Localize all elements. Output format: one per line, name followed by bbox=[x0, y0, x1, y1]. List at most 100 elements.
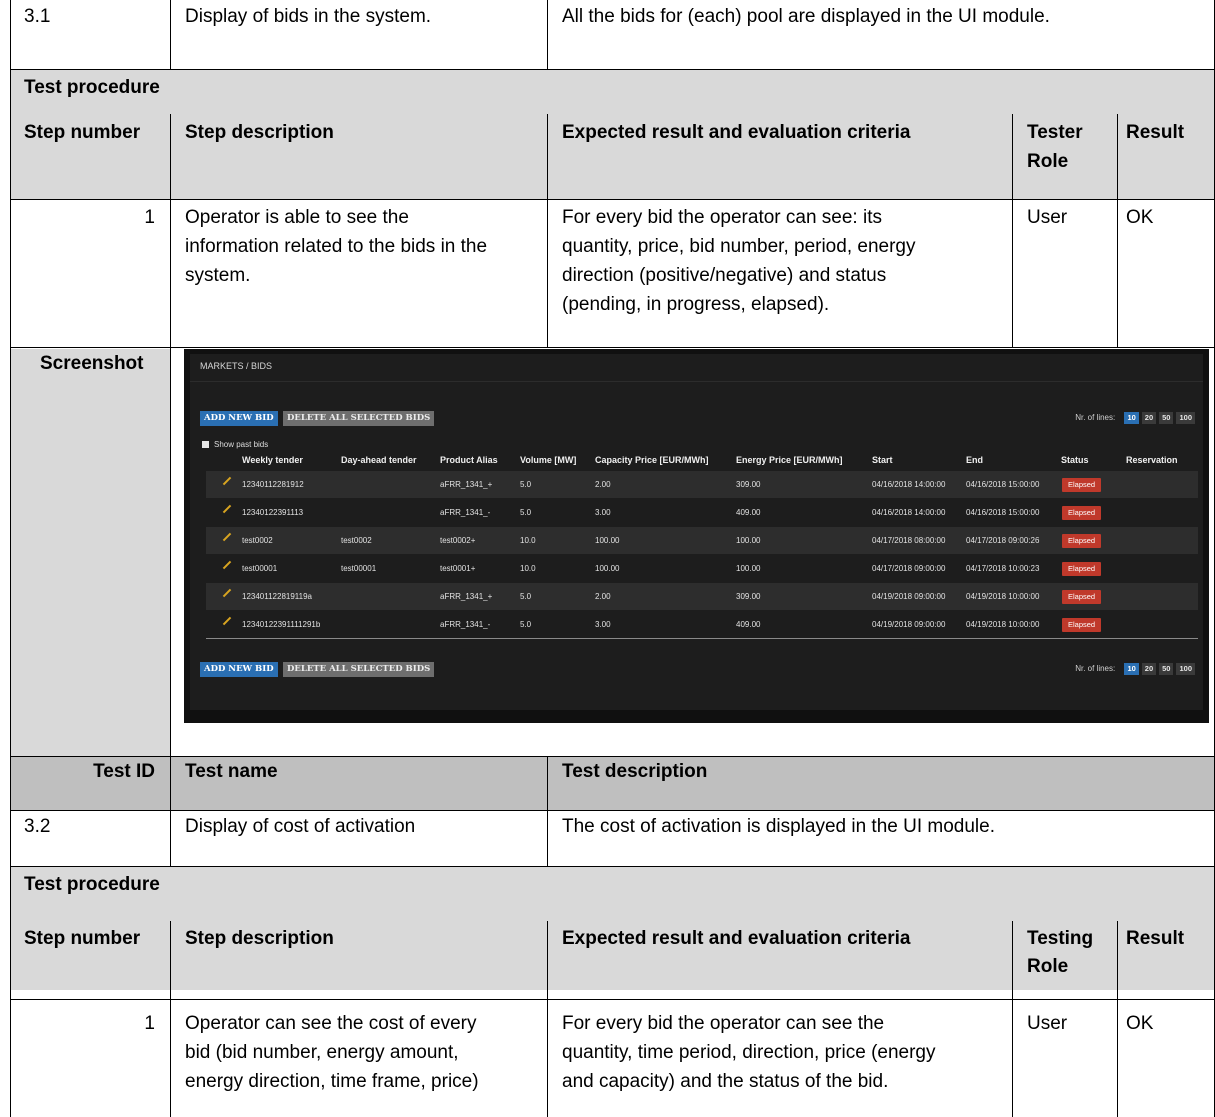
cell-energy: 309.00 bbox=[736, 592, 761, 601]
col-result: Result bbox=[1126, 122, 1185, 143]
step-result: OK bbox=[1126, 1013, 1154, 1034]
lines-option-100[interactable]: 100 bbox=[1176, 412, 1195, 424]
delete-selected-bids-button-bottom[interactable]: DELETE ALL SELECTED BIDS bbox=[283, 662, 435, 677]
edit-pencil-icon[interactable] bbox=[222, 560, 232, 570]
step-desc-line: energy direction, time frame, price) bbox=[185, 1071, 479, 1092]
col-reservation: Reservation bbox=[1126, 455, 1178, 465]
status-badge: Elapsed bbox=[1062, 534, 1102, 548]
rule bbox=[10, 999, 1215, 1000]
lines-option-100[interactable]: 100 bbox=[1176, 663, 1195, 675]
rule bbox=[1012, 114, 1013, 347]
lines-label: Nr. of lines: bbox=[1075, 664, 1116, 673]
table-row[interactable]: 12340122391111291b aFRR_1341_- 5.0 3.00 409.… bbox=[206, 611, 1198, 638]
col-step-description: Step description bbox=[185, 122, 334, 143]
lines-option-20[interactable]: 20 bbox=[1141, 663, 1157, 675]
cell-volume: 5.0 bbox=[520, 480, 532, 489]
col-role-line1: Tester bbox=[1027, 122, 1083, 143]
cell-energy: 100.00 bbox=[736, 536, 761, 545]
table-row[interactable]: 123401122819119a aFRR_1341_+ 5.0 2.00 309.00… bbox=[206, 583, 1198, 610]
table-row[interactable]: 12340112281912 aFRR_1341_+ 5.0 2.00 309.00 04… bbox=[206, 471, 1198, 498]
rule bbox=[547, 921, 548, 1117]
table-row[interactable]: 12340122391113 aFRR_1341_- 5.0 3.00 409.00 04… bbox=[206, 499, 1198, 526]
expected-line: quantity, time period, direction, price … bbox=[562, 1042, 936, 1063]
rule bbox=[10, 866, 1215, 867]
test-id: 3.2 bbox=[24, 816, 51, 837]
status-badge: Elapsed bbox=[1062, 590, 1102, 604]
col-status: Status bbox=[1061, 455, 1089, 465]
rule bbox=[10, 69, 1215, 70]
delete-selected-bids-button[interactable]: DELETE ALL SELECTED BIDS bbox=[283, 411, 435, 426]
cell-capacity: 100.00 bbox=[595, 564, 620, 573]
edit-pencil-icon[interactable] bbox=[222, 476, 232, 486]
lines-per-page-bottom: Nr. of lines: 10 20 50 100 bbox=[1075, 663, 1195, 675]
cell-volume: 10.0 bbox=[520, 536, 536, 545]
cell-dayahead: test0002 bbox=[341, 536, 372, 545]
cell-alias: aFRR_1341_- bbox=[440, 508, 491, 517]
edit-pencil-icon[interactable] bbox=[222, 504, 232, 514]
rule bbox=[10, 199, 1215, 200]
lines-option-50[interactable]: 50 bbox=[1159, 663, 1174, 675]
step-desc-line: bid (bid number, energy amount, bbox=[185, 1042, 459, 1063]
col-energy-price: Energy Price [EUR/MWh] bbox=[736, 455, 843, 465]
col-day-ahead-tender: Day-ahead tender bbox=[341, 455, 417, 465]
breadcrumb: MARKETS / BIDS bbox=[200, 361, 273, 371]
edit-pencil-icon[interactable] bbox=[222, 532, 232, 542]
lines-option-20[interactable]: 20 bbox=[1141, 412, 1157, 424]
cell-weekly: test0002 bbox=[242, 536, 273, 545]
col-expected: Expected result and evaluation criteria bbox=[562, 122, 911, 143]
table-row[interactable]: test00001 test00001 test0001+ 10.0 100.00 100… bbox=[206, 555, 1198, 582]
edit-pencil-icon[interactable] bbox=[222, 616, 232, 626]
rule bbox=[1117, 921, 1118, 1117]
col-capacity-price: Capacity Price [EUR/MWh] bbox=[595, 455, 709, 465]
col-role-line2: Role bbox=[1027, 151, 1069, 172]
cell-weekly: test00001 bbox=[242, 564, 278, 573]
cell-capacity: 3.00 bbox=[595, 508, 611, 517]
col-end: End bbox=[966, 455, 983, 465]
step-role: User bbox=[1027, 1013, 1068, 1034]
cell-capacity: 2.00 bbox=[595, 592, 611, 601]
test-description: All the bids for (each) pool are display… bbox=[562, 6, 1050, 27]
rule bbox=[170, 114, 171, 756]
step-desc-line: system. bbox=[185, 265, 251, 286]
table-row[interactable]: test0002 test0002 test0002+ 10.0 100.00 100.0… bbox=[206, 527, 1198, 554]
expected-line: direction (positive/negative) and status bbox=[562, 265, 887, 286]
cell-energy: 100.00 bbox=[736, 564, 761, 573]
expected-line: For every bid the operator can see: its bbox=[562, 207, 882, 228]
col-role-line1: Testing bbox=[1027, 928, 1094, 949]
cell-alias: aFRR_1341_+ bbox=[440, 592, 493, 601]
lines-label: Nr. of lines: bbox=[1075, 413, 1116, 422]
procedure-shade-2c bbox=[10, 893, 1215, 921]
cell-dayahead: test00001 bbox=[341, 564, 377, 573]
show-past-bids[interactable]: Show past bids bbox=[202, 440, 268, 449]
checkbox-icon[interactable] bbox=[202, 441, 209, 448]
cell-end: 04/17/2018 09:00:26 bbox=[966, 536, 1040, 545]
lines-option-50[interactable]: 50 bbox=[1159, 412, 1174, 424]
add-new-bid-button[interactable]: ADD NEW BID bbox=[200, 411, 278, 426]
add-new-bid-button-bottom[interactable]: ADD NEW BID bbox=[200, 662, 278, 677]
cell-volume: 5.0 bbox=[520, 592, 532, 601]
cell-start: 04/17/2018 09:00:00 bbox=[872, 564, 946, 573]
test-name: Display of cost of activation bbox=[185, 816, 416, 837]
expected-line: For every bid the operator can see the bbox=[562, 1013, 885, 1034]
test-id: 3.1 bbox=[24, 6, 51, 27]
cell-alias: test0001+ bbox=[440, 564, 476, 573]
cell-start: 04/17/2018 08:00:00 bbox=[872, 536, 946, 545]
step-desc-line: Operator can see the cost of every bbox=[185, 1013, 477, 1034]
cell-capacity: 3.00 bbox=[595, 620, 611, 629]
bids-panel: MARKETS / BIDS ADD NEW BID DELETE ALL SE… bbox=[190, 354, 1203, 710]
edit-pencil-icon[interactable] bbox=[222, 588, 232, 598]
col-start: Start bbox=[872, 455, 893, 465]
col-result: Result bbox=[1126, 928, 1185, 949]
test-procedure-label: Test procedure bbox=[24, 77, 160, 98]
step-result: OK bbox=[1126, 207, 1154, 228]
rule bbox=[547, 0, 548, 69]
cell-energy: 409.00 bbox=[736, 508, 761, 517]
rule bbox=[10, 0, 11, 1117]
status-badge: Elapsed bbox=[1062, 562, 1102, 576]
lines-option-10[interactable]: 10 bbox=[1124, 663, 1139, 675]
rule bbox=[547, 114, 548, 347]
expected-line: quantity, price, bid number, period, ene… bbox=[562, 236, 916, 257]
cell-weekly: 12340122391111291b bbox=[242, 620, 321, 629]
lines-option-10[interactable]: 10 bbox=[1124, 412, 1139, 424]
col-volume: Volume [MW] bbox=[520, 455, 577, 465]
